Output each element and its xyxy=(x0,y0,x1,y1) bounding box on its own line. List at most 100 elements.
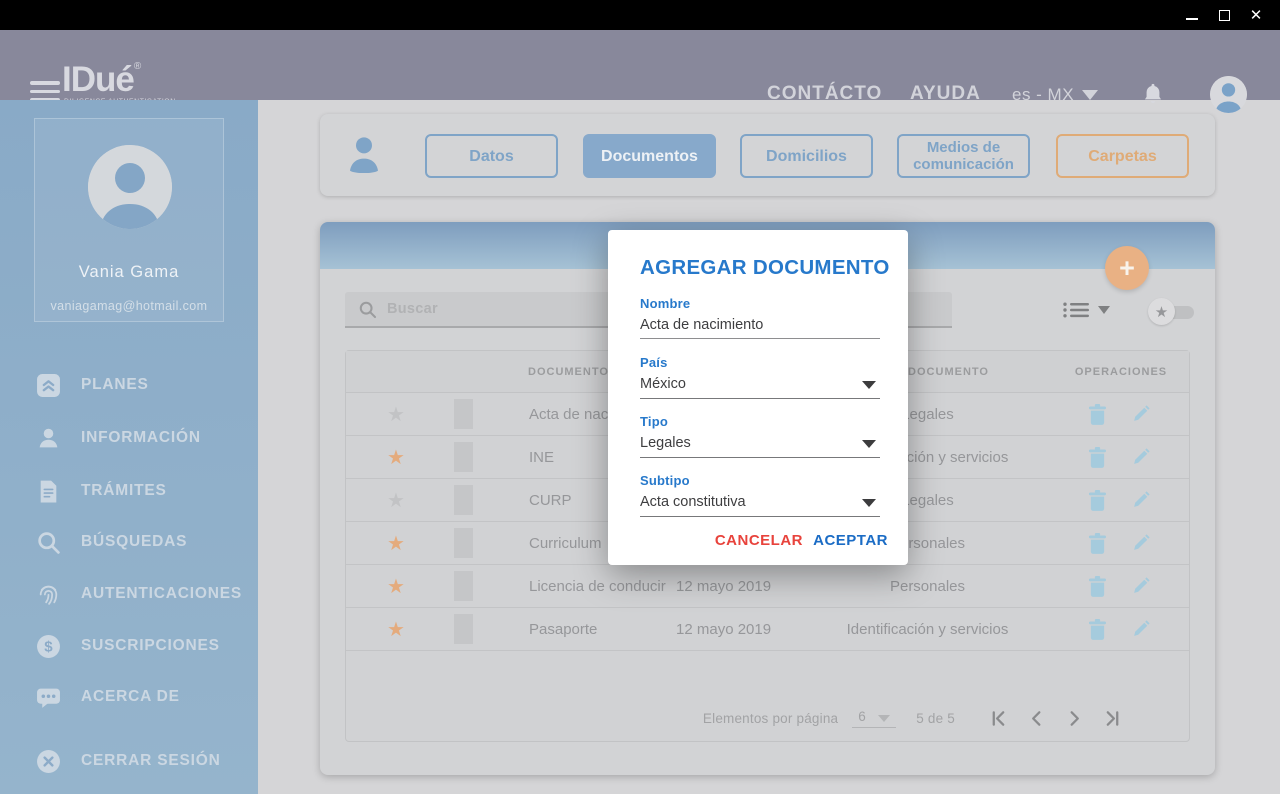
minimize-button[interactable] xyxy=(1177,0,1207,30)
view-mode-selector[interactable] xyxy=(1063,302,1110,318)
window-titlebar: ✕ xyxy=(0,0,1280,30)
page-range-label: 5 de 5 xyxy=(916,711,955,726)
sidebar-item-busquedas[interactable]: BÚSQUEDAS xyxy=(36,528,187,556)
svg-text:$: $ xyxy=(44,638,53,655)
brand-text: IDué xyxy=(62,60,134,99)
favorite-star-icon[interactable]: ★ xyxy=(387,490,405,512)
document-icon xyxy=(36,479,61,504)
dollar-icon: $ xyxy=(36,634,61,659)
sidebar-item-autenticaciones[interactable]: AUTENTICACIONES xyxy=(36,580,242,608)
first-page-button[interactable] xyxy=(979,705,1017,731)
items-per-page-label: Elementos por página xyxy=(703,711,838,726)
tab-domicilios[interactable]: Domicilios xyxy=(740,134,873,178)
favorite-star-icon[interactable]: ★ xyxy=(387,576,405,598)
delete-icon[interactable] xyxy=(1088,447,1107,467)
pais-value: México xyxy=(640,376,686,392)
document-thumbnail[interactable] xyxy=(454,442,473,472)
field-label: Nombre xyxy=(640,296,880,311)
chevron-down-icon xyxy=(862,440,876,448)
modal-title: AGREGAR DOCUMENTO xyxy=(640,256,890,280)
tab-carpetas[interactable]: Carpetas xyxy=(1056,134,1189,178)
previous-page-button[interactable] xyxy=(1017,705,1055,731)
app-header: IDué® DILIGENCE AUTHENTICATION CONTÁCTO … xyxy=(0,30,1280,100)
sidebar-item-planes[interactable]: PLANES xyxy=(36,371,149,399)
column-document: DOCUMENTO xyxy=(528,366,609,378)
last-page-button[interactable] xyxy=(1093,705,1131,731)
tab-datos[interactable]: Datos xyxy=(425,134,558,178)
nav-help[interactable]: AYUDA xyxy=(910,83,981,105)
document-type: Personales xyxy=(806,578,1049,595)
close-button[interactable]: ✕ xyxy=(1241,0,1271,30)
fingerprint-icon xyxy=(36,582,61,607)
favorite-star-icon[interactable]: ★ xyxy=(387,533,405,555)
document-thumbnail[interactable] xyxy=(454,614,473,644)
registered-mark: ® xyxy=(134,61,141,72)
sidebar-item-cerrar-sesion[interactable]: CERRAR SESIÓN xyxy=(36,747,221,775)
tab-documentos[interactable]: Documentos xyxy=(583,134,716,178)
field-nombre: Nombre xyxy=(640,296,880,339)
chevron-down-icon xyxy=(1082,90,1098,100)
star-icon: ★ xyxy=(1148,298,1175,325)
chevron-down-icon xyxy=(862,499,876,507)
document-thumbnail[interactable] xyxy=(454,399,473,429)
document-thumbnail[interactable] xyxy=(454,485,473,515)
edit-icon[interactable] xyxy=(1132,447,1151,467)
language-selector[interactable]: es - MX xyxy=(1012,85,1098,105)
nav-contact[interactable]: CONTÁCTO xyxy=(767,83,882,105)
cancel-button[interactable]: CANCELAR xyxy=(715,532,803,549)
add-document-button[interactable]: + xyxy=(1105,246,1149,290)
sidebar: Vania Gama vaniagamag@hotmail.com PLANES… xyxy=(0,100,258,794)
tab-medios-de-comunicacion[interactable]: Medios de comunicación xyxy=(897,134,1030,178)
tipo-value: Legales xyxy=(640,435,691,451)
minimize-icon xyxy=(1186,18,1198,20)
items-per-page-select[interactable]: 6 xyxy=(852,709,896,728)
field-pais: País México xyxy=(640,355,880,399)
edit-icon[interactable] xyxy=(1132,619,1151,639)
pais-select[interactable]: México xyxy=(640,370,880,399)
add-document-modal: AGREGAR DOCUMENTO Nombre País México Tip… xyxy=(608,230,908,565)
next-page-button[interactable] xyxy=(1055,705,1093,731)
person-icon xyxy=(348,136,380,174)
notifications-bell-icon[interactable] xyxy=(1142,82,1164,108)
document-thumbnail[interactable] xyxy=(454,528,473,558)
sidebar-item-acerca-de[interactable]: ACERCA DE xyxy=(36,683,180,711)
delete-icon[interactable] xyxy=(1088,490,1107,510)
document-date: 12 mayo 2019 xyxy=(676,621,806,638)
items-per-page-value: 6 xyxy=(858,709,866,724)
field-label: Tipo xyxy=(640,414,880,429)
user-email: vaniagamag@hotmail.com xyxy=(35,299,223,313)
accept-button[interactable]: ACEPTAR xyxy=(813,532,888,549)
edit-icon[interactable] xyxy=(1132,576,1151,596)
profile-card: Vania Gama vaniagamag@hotmail.com xyxy=(34,118,224,322)
edit-icon[interactable] xyxy=(1132,533,1151,553)
pagination: Elementos por página 6 5 de 5 xyxy=(703,703,1131,733)
column-operations: OPERACIONES xyxy=(1051,366,1191,378)
sidebar-item-suscripciones[interactable]: $ SUSCRIPCIONES xyxy=(36,632,220,660)
chat-icon xyxy=(36,685,61,710)
nombre-input[interactable] xyxy=(640,311,880,339)
subtipo-select[interactable]: Acta constitutiva xyxy=(640,488,880,517)
delete-icon[interactable] xyxy=(1088,619,1107,639)
tipo-select[interactable]: Legales xyxy=(640,429,880,458)
subtipo-value: Acta constitutiva xyxy=(640,494,746,510)
search-icon xyxy=(36,530,61,555)
edit-icon[interactable] xyxy=(1132,490,1151,510)
favorites-filter-toggle[interactable]: ★ xyxy=(1148,298,1196,326)
delete-icon[interactable] xyxy=(1088,533,1107,553)
delete-icon[interactable] xyxy=(1088,576,1107,596)
favorite-star-icon[interactable]: ★ xyxy=(387,404,405,426)
chevron-down-icon xyxy=(1098,306,1110,314)
delete-icon[interactable] xyxy=(1088,404,1107,424)
user-avatar[interactable] xyxy=(1210,76,1247,113)
sidebar-item-informacion[interactable]: INFORMACIÓN xyxy=(36,424,201,452)
sidebar-item-tramites[interactable]: TRÁMITES xyxy=(36,477,167,505)
edit-icon[interactable] xyxy=(1132,404,1151,424)
maximize-button[interactable] xyxy=(1209,0,1239,30)
document-thumbnail[interactable] xyxy=(454,571,473,601)
document-type: Identificación y servicios xyxy=(806,621,1049,638)
user-name: Vania Gama xyxy=(35,263,223,282)
field-tipo: Tipo Legales xyxy=(640,414,880,458)
favorite-star-icon[interactable]: ★ xyxy=(387,619,405,641)
favorite-star-icon[interactable]: ★ xyxy=(387,447,405,469)
chevron-down-icon xyxy=(878,715,890,722)
